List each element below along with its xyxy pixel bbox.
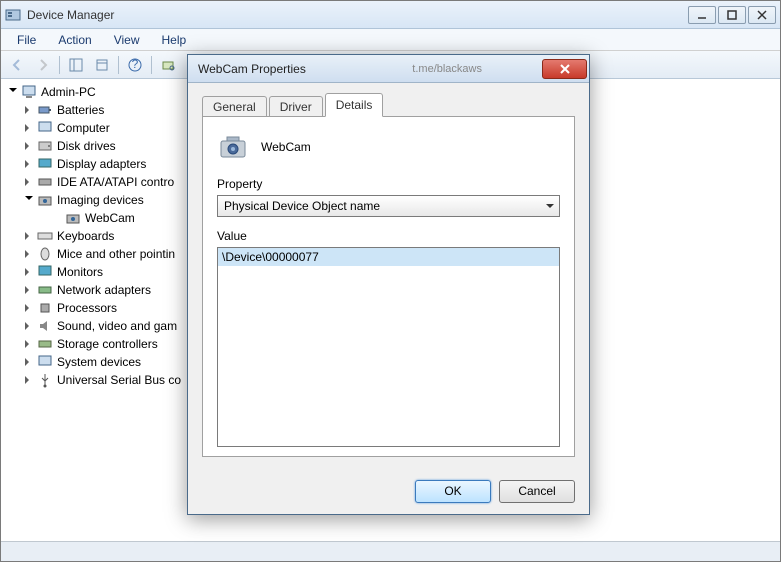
- expand-icon[interactable]: [23, 122, 35, 134]
- tree-item-label: Processors: [57, 301, 117, 315]
- expand-icon[interactable]: [23, 320, 35, 332]
- tab-driver[interactable]: Driver: [269, 96, 323, 117]
- tree-root-label: Admin-PC: [41, 85, 96, 99]
- dialog-title: WebCam Properties: [198, 62, 412, 76]
- tree-item-label: Network adapters: [57, 283, 151, 297]
- statusbar: [1, 541, 780, 561]
- expand-icon[interactable]: [7, 86, 19, 98]
- tab-strip: General Driver Details: [202, 93, 575, 117]
- tree-item-label: Imaging devices: [57, 193, 144, 207]
- tree-item-label: WebCam: [85, 211, 135, 225]
- tree-item-label: Sound, video and gam: [57, 319, 177, 333]
- window-title: Device Manager: [27, 8, 688, 22]
- toolbar-separator: [151, 56, 152, 74]
- cancel-button[interactable]: Cancel: [499, 480, 575, 503]
- webcam-large-icon: [217, 131, 249, 163]
- network-icon: [37, 282, 53, 298]
- tree-item-label: Batteries: [57, 103, 104, 117]
- titlebar: Device Manager: [1, 1, 780, 29]
- value-label: Value: [217, 229, 560, 243]
- tree-item-label: System devices: [57, 355, 141, 369]
- tab-general[interactable]: General: [202, 96, 267, 117]
- battery-icon: [37, 102, 53, 118]
- tree-item-label: Mice and other pointin: [57, 247, 175, 261]
- monitor-icon: [37, 264, 53, 280]
- minimize-button[interactable]: [688, 6, 716, 24]
- device-name-label: WebCam: [261, 140, 311, 154]
- expand-icon[interactable]: [23, 194, 35, 206]
- maximize-button[interactable]: [718, 6, 746, 24]
- expand-icon[interactable]: [23, 230, 35, 242]
- show-hide-tree-button[interactable]: [64, 54, 88, 76]
- svg-text:?: ?: [132, 58, 139, 71]
- dialog-footer: OK Cancel: [188, 468, 589, 514]
- close-button[interactable]: [748, 6, 776, 24]
- scan-hardware-button[interactable]: [156, 54, 180, 76]
- usb-icon: [37, 372, 53, 388]
- menu-view[interactable]: View: [104, 31, 150, 49]
- menubar: File Action View Help: [1, 29, 780, 51]
- display-icon: [37, 156, 53, 172]
- properties-toolbar-button[interactable]: [90, 54, 114, 76]
- tree-item-label: Universal Serial Bus co: [57, 373, 181, 387]
- window-controls: [688, 6, 776, 24]
- menu-action[interactable]: Action: [48, 31, 101, 49]
- tree-item-label: Disk drives: [57, 139, 116, 153]
- cpu-icon: [37, 300, 53, 316]
- expand-icon[interactable]: [23, 374, 35, 386]
- computer-icon: [21, 84, 37, 100]
- ok-button[interactable]: OK: [415, 480, 491, 503]
- toolbar-separator: [118, 56, 119, 74]
- value-listbox[interactable]: \Device\00000077: [217, 247, 560, 447]
- value-row[interactable]: \Device\00000077: [218, 248, 559, 266]
- property-label: Property: [217, 177, 560, 191]
- forward-button[interactable]: [31, 54, 55, 76]
- sound-icon: [37, 318, 53, 334]
- expand-icon[interactable]: [23, 176, 35, 188]
- menu-help[interactable]: Help: [152, 31, 197, 49]
- webcam-icon: [65, 210, 81, 226]
- menu-file[interactable]: File: [7, 31, 46, 49]
- system-icon: [37, 354, 53, 370]
- toolbar-separator: [59, 56, 60, 74]
- mouse-icon: [37, 246, 53, 262]
- property-select[interactable]: Physical Device Object name: [217, 195, 560, 217]
- expand-icon[interactable]: [23, 266, 35, 278]
- dialog-body: General Driver Details WebCam Property P…: [188, 83, 589, 468]
- ide-icon: [37, 174, 53, 190]
- keyboard-icon: [37, 228, 53, 244]
- webcam-properties-dialog: WebCam Properties t.me/blackaws General …: [187, 54, 590, 515]
- computer-icon: [37, 120, 53, 136]
- back-button[interactable]: [5, 54, 29, 76]
- storage-icon: [37, 336, 53, 352]
- disk-icon: [37, 138, 53, 154]
- expand-icon[interactable]: [23, 356, 35, 368]
- tree-item-label: Monitors: [57, 265, 103, 279]
- expand-icon[interactable]: [23, 158, 35, 170]
- tree-item-label: IDE ATA/ATAPI contro: [57, 175, 174, 189]
- help-toolbar-button[interactable]: ?: [123, 54, 147, 76]
- expand-icon[interactable]: [23, 338, 35, 350]
- tab-content-details: WebCam Property Physical Device Object n…: [202, 116, 575, 457]
- tree-item-label: Display adapters: [57, 157, 146, 171]
- tree-item-label: Storage controllers: [57, 337, 158, 351]
- expand-icon[interactable]: [23, 284, 35, 296]
- camera-icon: [37, 192, 53, 208]
- dialog-titlebar[interactable]: WebCam Properties t.me/blackaws: [188, 55, 589, 83]
- close-icon: [559, 64, 571, 74]
- expand-icon[interactable]: [23, 140, 35, 152]
- tree-item-label: Keyboards: [57, 229, 114, 243]
- expand-icon[interactable]: [23, 302, 35, 314]
- expand-icon[interactable]: [23, 104, 35, 116]
- tree-item-label: Computer: [57, 121, 110, 135]
- app-icon: [5, 7, 21, 23]
- property-select-wrap: Physical Device Object name: [217, 195, 560, 217]
- dialog-close-button[interactable]: [542, 59, 587, 79]
- watermark-text: t.me/blackaws: [412, 63, 482, 75]
- expand-icon[interactable]: [23, 248, 35, 260]
- tab-details[interactable]: Details: [325, 93, 384, 117]
- device-header: WebCam: [217, 131, 560, 163]
